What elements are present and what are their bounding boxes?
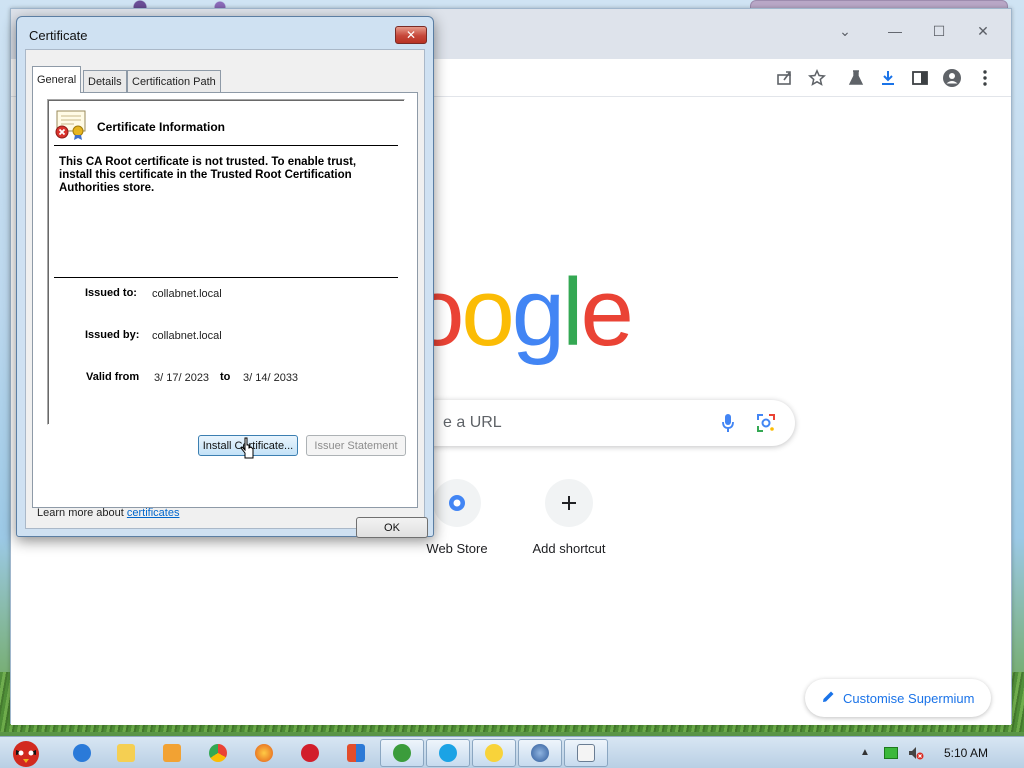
web-store-icon <box>433 479 481 527</box>
utorrent-icon[interactable] <box>380 739 424 767</box>
folder-icon[interactable] <box>104 739 148 767</box>
dialog-title: Certificate <box>29 28 88 43</box>
sidebar-icon[interactable] <box>909 67 931 89</box>
profile-icon[interactable] <box>941 67 963 89</box>
clock[interactable]: 5:10 AM <box>944 746 988 760</box>
tab-certification-path[interactable]: Certification Path <box>127 70 221 92</box>
certificate-info-box: Certificate Information This CA Root cer… <box>47 99 405 425</box>
divider <box>54 277 398 278</box>
tab-details[interactable]: Details <box>83 70 127 92</box>
shortcut-label: Web Store <box>426 541 488 556</box>
browser-tab-search-icon[interactable]: ⌄ <box>823 15 867 47</box>
issued-by-label: Issued by: <box>85 329 140 341</box>
opera-icon[interactable] <box>288 739 332 767</box>
tray-arrow-icon[interactable]: ▲ <box>860 747 870 758</box>
trust-warning-text: This CA Root certificate is not trusted.… <box>59 156 357 194</box>
mouse-cursor-icon <box>240 437 256 459</box>
supermium-icon[interactable] <box>518 739 562 767</box>
logo-letter: g <box>511 259 565 366</box>
certificate-error-icon <box>54 110 88 140</box>
taskbar: ▲ 5:10 AM <box>0 736 1024 768</box>
valid-to-value: 3/ 14/ 2033 <box>243 372 299 384</box>
lens-icon[interactable] <box>756 413 776 438</box>
certificates-link[interactable]: certificates <box>127 507 180 519</box>
learn-more-text: Learn more about certificates <box>37 507 179 519</box>
learn-more-prefix: Learn more about <box>37 507 127 519</box>
certificate-info-heading: Certificate Information <box>97 120 226 134</box>
network-icon[interactable] <box>884 747 898 759</box>
skype-icon[interactable] <box>426 739 470 767</box>
general-tab-panel: Certificate Information This CA Root cer… <box>32 92 418 519</box>
firefox-icon[interactable] <box>242 739 286 767</box>
valid-to-label: to <box>220 371 231 383</box>
divider <box>54 145 398 146</box>
dialog-body: General Details Certification Path Certi… <box>25 49 428 538</box>
chrome-icon[interactable] <box>196 739 240 767</box>
shortcut-label: Add shortcut <box>532 541 606 556</box>
office-app-icon[interactable] <box>334 739 378 767</box>
close-dialog-button[interactable]: ✕ <box>395 26 427 44</box>
plus-icon <box>545 479 593 527</box>
search-placeholder: e a URL <box>443 414 502 431</box>
issued-by-value: collabnet.local <box>152 330 222 342</box>
internet-explorer-icon[interactable] <box>60 739 104 767</box>
tab-general[interactable]: General <box>32 66 82 93</box>
customise-label: Customise Supermium <box>843 690 975 706</box>
minimize-button[interactable]: — <box>873 15 917 47</box>
star-icon[interactable] <box>806 67 828 89</box>
issuer-statement-button[interactable]: Issuer Statement <box>306 435 406 456</box>
valid-from-value: 3/ 17/ 2023 <box>154 372 210 384</box>
media-player-icon[interactable] <box>150 739 194 767</box>
logo-letter: e <box>580 259 634 366</box>
download-icon[interactable] <box>877 67 899 89</box>
smiley-app-icon[interactable] <box>472 739 516 767</box>
share-icon[interactable] <box>774 67 796 89</box>
ok-button[interactable]: OK <box>356 517 428 538</box>
logo-letter: l <box>562 259 583 366</box>
pencil-icon <box>821 690 835 707</box>
issued-to-value: collabnet.local <box>152 288 222 300</box>
valid-from-label: Valid from <box>86 371 140 383</box>
search-input[interactable]: e a URL <box>411 400 795 446</box>
google-logo: oogle <box>411 259 634 366</box>
start-button[interactable] <box>2 739 50 767</box>
issued-to-label: Issued to: <box>85 287 137 299</box>
microphone-icon[interactable] <box>721 413 735 438</box>
certificate-window-icon[interactable] <box>564 739 608 767</box>
menu-icon[interactable] <box>974 67 996 89</box>
shortcut-add[interactable]: Add shortcut <box>514 479 624 556</box>
logo-letter: o <box>461 259 514 366</box>
customise-button[interactable]: Customise Supermium <box>805 679 991 717</box>
certificate-dialog: Certificate ✕ General Details Certificat… <box>16 16 434 538</box>
maximize-button[interactable]: ☐ <box>917 15 961 47</box>
volume-muted-icon[interactable] <box>908 746 924 765</box>
labs-icon[interactable] <box>845 67 867 89</box>
close-window-button[interactable]: ✕ <box>961 15 1005 47</box>
